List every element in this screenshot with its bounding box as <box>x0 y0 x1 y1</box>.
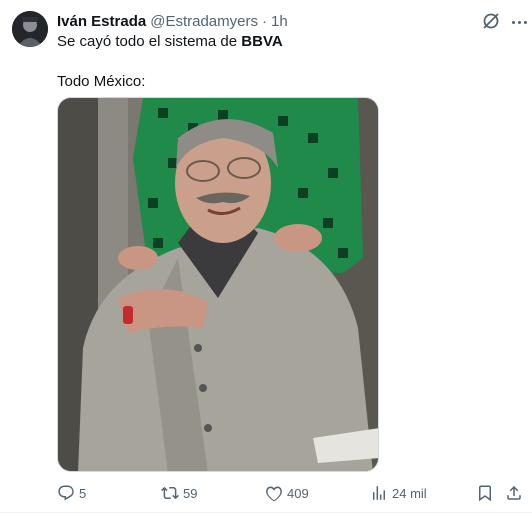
tweet-text: Se cayó todo el sistema de BBVA Todo Méx… <box>57 32 517 92</box>
views-count: 24 mil <box>392 485 427 501</box>
share-button[interactable] <box>505 483 523 503</box>
tweet-media-image[interactable] <box>57 97 379 472</box>
like-count: 409 <box>287 485 309 501</box>
reply-button[interactable]: 5 <box>57 483 86 503</box>
grok-icon[interactable] <box>480 10 502 32</box>
tweet-line-1: Se cayó todo el sistema de BBVA <box>57 33 283 50</box>
views-icon <box>373 486 385 500</box>
heart-icon <box>266 486 282 502</box>
tweet-time[interactable]: 1h <box>271 13 288 30</box>
tweet-header: Iván Estrada @Estradamyers · 1h <box>57 12 472 30</box>
author-handle[interactable]: @Estradamyers <box>150 13 258 30</box>
tweet: Iván Estrada @Estradamyers · 1h Se cayó … <box>0 0 532 513</box>
more-icon[interactable] <box>509 12 529 32</box>
tweet-bold-word: BBVA <box>241 33 283 50</box>
bookmark-icon <box>479 485 491 502</box>
separator-dot: · <box>261 12 267 30</box>
like-button[interactable]: 409 <box>265 483 309 503</box>
views-button[interactable]: 24 mil <box>370 483 427 503</box>
reply-count: 5 <box>79 485 87 501</box>
retweet-icon <box>161 486 179 500</box>
tweet-line-2: Todo México: <box>57 73 146 90</box>
retweet-count: 59 <box>183 485 198 501</box>
tweet-actions: 5 59 409 24 mil <box>57 483 527 503</box>
author-name[interactable]: Iván Estrada <box>57 13 146 30</box>
avatar[interactable] <box>12 11 48 47</box>
reply-icon <box>58 485 74 501</box>
share-icon <box>507 485 521 500</box>
bookmark-button[interactable] <box>476 483 494 503</box>
retweet-button[interactable]: 59 <box>161 483 197 503</box>
